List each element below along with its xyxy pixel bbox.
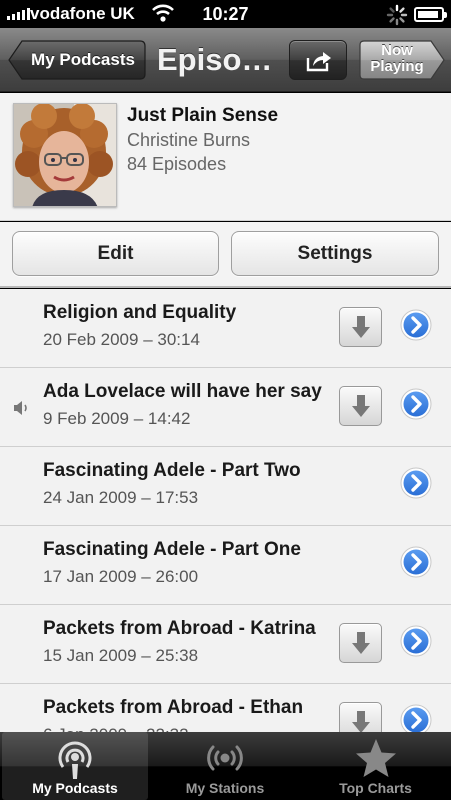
- download-arrow-icon: [352, 316, 370, 338]
- battery-icon: [414, 7, 447, 22]
- episode-title: Packets from Abroad - Ethan: [43, 697, 304, 718]
- status-bar: vodafone UK 10:27: [0, 0, 451, 28]
- tab-label: My Podcasts: [32, 780, 118, 796]
- episode-row[interactable]: Religion and Equality 20 Feb 2009 – 30:14: [0, 289, 451, 368]
- now-playing-button[interactable]: Now Playing: [359, 40, 445, 80]
- episode-title: Fascinating Adele - Part Two: [43, 460, 301, 481]
- download-button[interactable]: [339, 386, 382, 426]
- podcast-actions: Edit Settings: [0, 222, 451, 288]
- download-arrow-icon: [352, 632, 370, 654]
- download-arrow-icon: [352, 395, 370, 417]
- tab-label: Top Charts: [339, 780, 412, 796]
- star-icon: [355, 739, 396, 777]
- now-playing-speaker-icon: [14, 401, 27, 415]
- episode-row[interactable]: Fascinating Adele - Part One 17 Jan 2009 …: [0, 526, 451, 605]
- tab-my-podcasts[interactable]: My Podcasts: [2, 732, 148, 800]
- edit-button[interactable]: Edit: [12, 231, 219, 276]
- episode-row[interactable]: Packets from Abroad - Ethan 6 Jan 2009 – …: [0, 684, 451, 732]
- stations-icon: [207, 745, 243, 771]
- download-button[interactable]: [339, 307, 382, 347]
- page-title: Episodes: [157, 42, 282, 77]
- tab-top-charts[interactable]: Top Charts: [302, 732, 449, 800]
- back-button[interactable]: My Podcasts: [8, 40, 146, 80]
- settings-button[interactable]: Settings: [231, 231, 439, 276]
- episode-row[interactable]: Ada Lovelace will have her say 9 Feb 2009…: [0, 368, 451, 447]
- podcast-artwork[interactable]: [13, 103, 117, 207]
- episode-count: 84 Episodes: [127, 154, 227, 174]
- episode-date-duration: 24 Jan 2009 – 17:53: [43, 488, 199, 507]
- episode-title: Religion and Equality: [43, 302, 237, 323]
- disclosure-chevron-icon[interactable]: [400, 625, 432, 657]
- episode-date-duration: 17 Jan 2009 – 26:00: [43, 567, 199, 586]
- podcast-author: Christine Burns: [127, 130, 251, 150]
- episode-date-duration: 15 Jan 2009 – 25:38: [43, 646, 199, 665]
- episode-date-duration: 20 Feb 2009 – 30:14: [43, 330, 200, 349]
- share-icon: [306, 52, 331, 72]
- episode-title: Ada Lovelace will have her say: [43, 381, 322, 402]
- episode-list[interactable]: Religion and Equality 20 Feb 2009 – 30:14…: [0, 289, 451, 732]
- episode-date-duration: 6 Jan 2009 – 22:32: [43, 725, 189, 732]
- disclosure-chevron-icon[interactable]: [400, 704, 432, 732]
- disclosure-chevron-icon[interactable]: [400, 467, 432, 499]
- now-playing-line1: Now: [381, 42, 413, 59]
- episode-row[interactable]: Fascinating Adele - Part Two 24 Jan 2009 …: [0, 447, 451, 526]
- download-button[interactable]: [339, 702, 382, 732]
- episode-date-duration: 9 Feb 2009 – 14:42: [43, 409, 191, 428]
- disclosure-chevron-icon[interactable]: [400, 309, 432, 341]
- now-playing-line2: Playing: [370, 58, 424, 75]
- download-arrow-icon: [352, 711, 370, 732]
- tab-label: My Stations: [185, 780, 265, 796]
- activity-spinner-icon: [386, 4, 408, 26]
- podcast-header: Just Plain Sense Christine Burns 84 Epis…: [0, 93, 451, 221]
- episode-title: Packets from Abroad - Katrina: [43, 618, 316, 639]
- share-button[interactable]: [289, 40, 347, 80]
- podcast-title: Just Plain Sense: [127, 105, 279, 126]
- tab-my-stations[interactable]: My Stations: [150, 732, 300, 800]
- podcast-icon: [58, 741, 92, 779]
- clock: 10:27: [202, 4, 249, 24]
- disclosure-chevron-icon[interactable]: [400, 546, 432, 578]
- disclosure-chevron-icon[interactable]: [400, 388, 432, 420]
- tab-bar: My Podcasts My Stations Top Charts: [0, 732, 451, 800]
- download-button[interactable]: [339, 623, 382, 663]
- episode-title: Fascinating Adele - Part One: [43, 539, 301, 560]
- episode-row[interactable]: Packets from Abroad - Katrina 15 Jan 2009…: [0, 605, 451, 684]
- navigation-bar: My Podcasts Episodes Now Playing: [0, 28, 451, 92]
- back-button-label: My Podcasts: [31, 50, 135, 69]
